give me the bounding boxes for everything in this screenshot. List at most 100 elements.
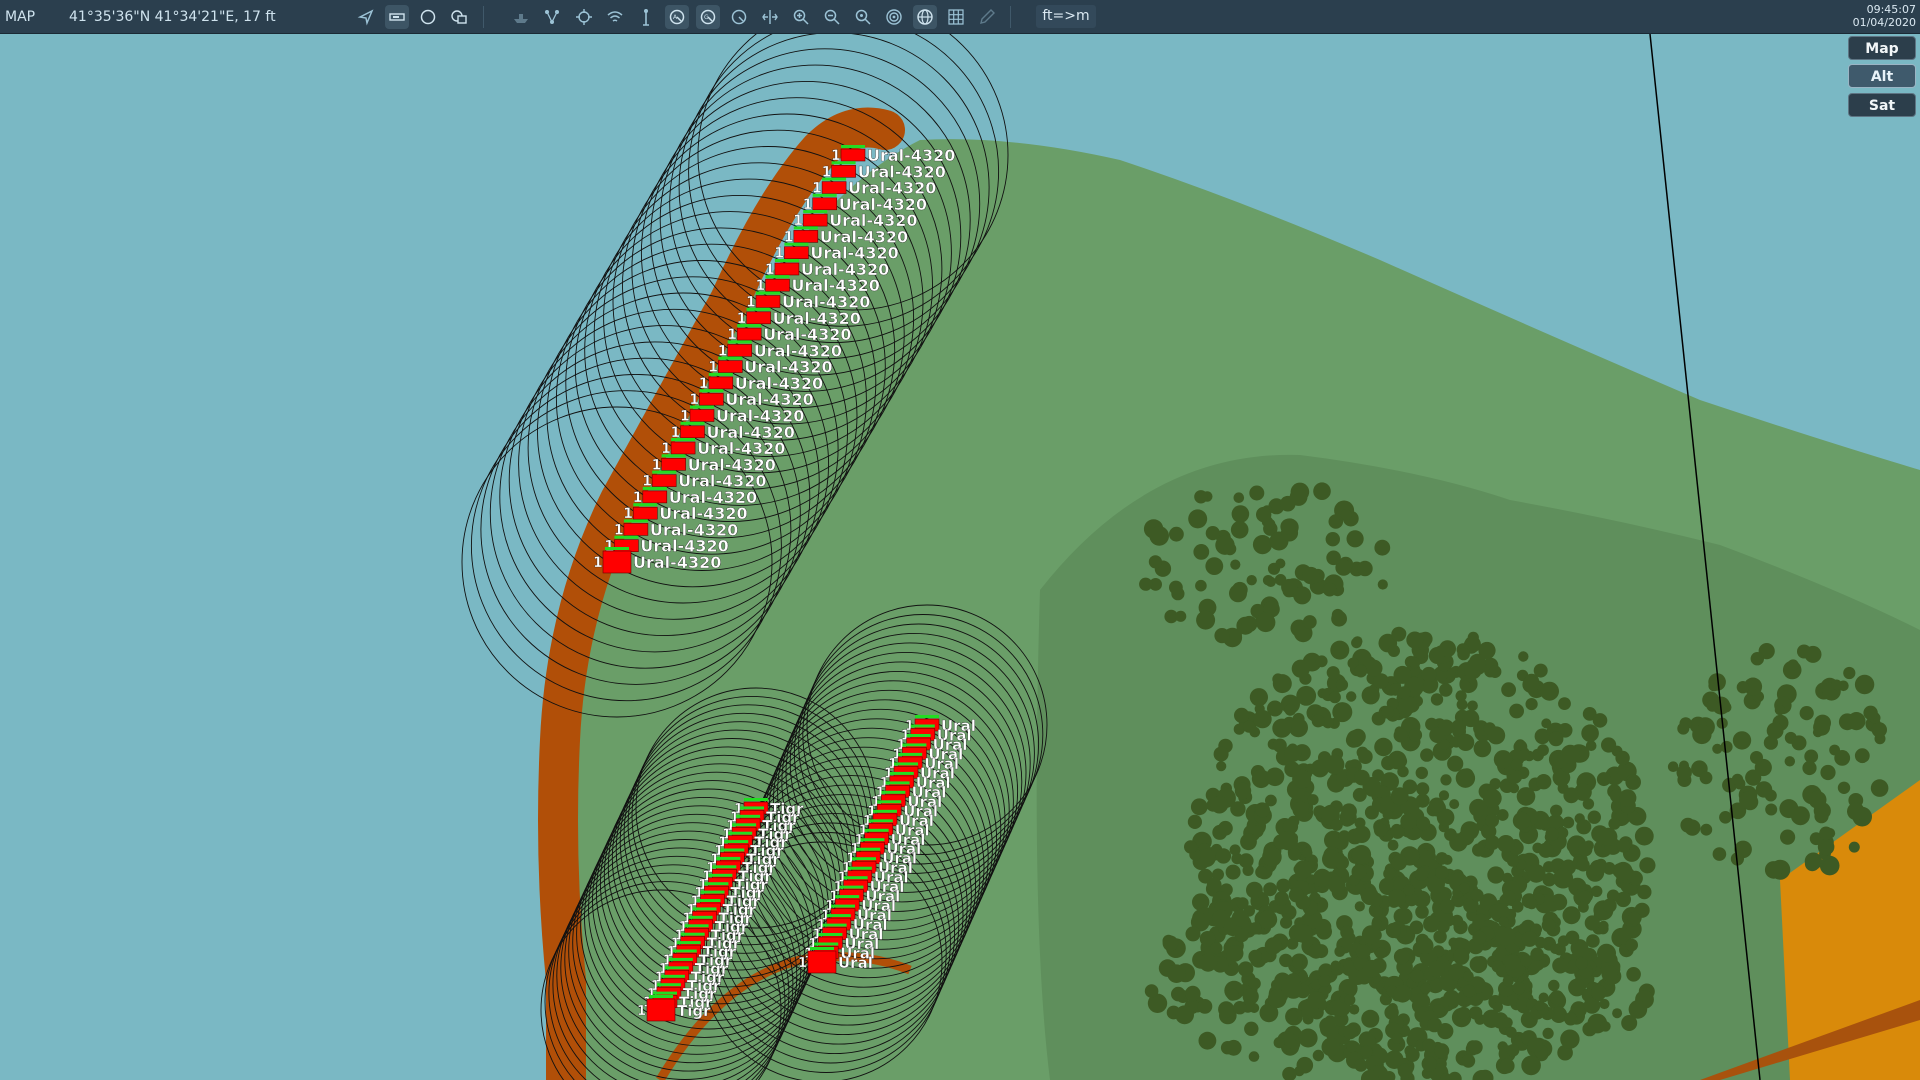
- unit-marker[interactable]: [736, 327, 762, 341]
- tree: [1197, 999, 1213, 1014]
- radar-b-icon[interactable]: G: [696, 5, 720, 29]
- pencil-icon[interactable]: [975, 5, 999, 29]
- unit-marker[interactable]: [670, 441, 696, 455]
- tree: [1589, 859, 1606, 876]
- split-icon[interactable]: [758, 5, 782, 29]
- tree: [1171, 986, 1186, 1002]
- tree: [1335, 678, 1349, 691]
- radar-c-icon[interactable]: [727, 5, 751, 29]
- unit-marker[interactable]: [755, 295, 781, 308]
- unit-marker[interactable]: [784, 246, 809, 259]
- unit-marker[interactable]: [812, 197, 838, 211]
- unit-marker[interactable]: [746, 311, 771, 325]
- network-icon[interactable]: [540, 5, 564, 29]
- unit-marker[interactable]: [689, 409, 715, 422]
- tree: [1351, 637, 1362, 649]
- circle-icon[interactable]: [416, 5, 440, 29]
- unit-marker[interactable]: [727, 344, 753, 357]
- unit-marker[interactable]: [765, 278, 790, 292]
- unit-health-bar: [898, 752, 923, 756]
- tree: [1473, 739, 1492, 758]
- zoom-out-icon[interactable]: [820, 5, 844, 29]
- tree: [1482, 1009, 1501, 1028]
- tree: [1843, 666, 1856, 680]
- unit-health-bar: [708, 372, 733, 376]
- tree: [1613, 861, 1633, 881]
- tree: [1787, 659, 1799, 671]
- tree: [1318, 974, 1331, 987]
- unit-marker[interactable]: [651, 474, 677, 487]
- map-canvas[interactable]: 1 Ural-43201 Ural-43201 Ural-43201 Ural-4320…: [0, 34, 1920, 1080]
- unit-marker[interactable]: [708, 376, 734, 390]
- unit-marker[interactable]: [661, 457, 686, 471]
- unit-health-bar: [774, 259, 799, 262]
- unit-marker[interactable]: [646, 998, 676, 1022]
- tree: [1365, 659, 1383, 677]
- tree: [1732, 731, 1752, 750]
- tree: [1799, 706, 1814, 721]
- zoom-fit-icon[interactable]: [851, 5, 875, 29]
- unit-marker[interactable]: [699, 392, 724, 406]
- layer-alt-button[interactable]: Alt: [1848, 64, 1916, 88]
- unit-marker[interactable]: [807, 950, 837, 974]
- wifi-icon[interactable]: [603, 5, 627, 29]
- tree: [1601, 965, 1618, 982]
- tree: [1472, 930, 1487, 945]
- unit-marker[interactable]: [717, 360, 743, 373]
- tower-icon[interactable]: [634, 5, 658, 29]
- unit-type-label: Tigr: [677, 1002, 711, 1020]
- unit-marker[interactable]: [793, 230, 819, 243]
- tree: [1560, 1029, 1580, 1049]
- unit-marker[interactable]: [831, 165, 856, 178]
- globe-icon[interactable]: [913, 5, 937, 29]
- tree: [1558, 697, 1571, 710]
- unit-marker[interactable]: [774, 262, 800, 276]
- tree: [1537, 744, 1549, 757]
- layer-map-button[interactable]: Map: [1848, 36, 1916, 60]
- tree: [1487, 866, 1505, 884]
- grid-icon[interactable]: [944, 5, 968, 29]
- tree: [1391, 854, 1407, 871]
- crosshair-icon[interactable]: [572, 5, 596, 29]
- tree: [1248, 1051, 1260, 1062]
- tree: [1791, 735, 1807, 751]
- unit-marker[interactable]: [623, 523, 649, 536]
- ruler-icon[interactable]: [385, 5, 409, 29]
- unit-health-bar: [881, 790, 906, 794]
- radar-a-icon[interactable]: A: [665, 5, 689, 29]
- tree: [1498, 916, 1509, 927]
- tree: [1784, 756, 1796, 767]
- unit-marker[interactable]: [632, 506, 658, 520]
- tree: [1527, 1037, 1543, 1053]
- unit-type-label: Ural-4320: [633, 553, 721, 572]
- unit-marker[interactable]: [802, 213, 828, 227]
- units-toggle-button[interactable]: ft=>m: [1036, 5, 1096, 28]
- unit-marker[interactable]: [680, 425, 705, 439]
- unit-marker[interactable]: [840, 148, 866, 162]
- unit-health-bar: [653, 991, 677, 995]
- tree: [1358, 749, 1373, 764]
- tree: [1438, 719, 1455, 736]
- tree: [1578, 890, 1592, 905]
- tree: [1225, 1039, 1242, 1056]
- navigate-icon[interactable]: [354, 5, 378, 29]
- tree: [1354, 901, 1365, 912]
- layers-icon[interactable]: [447, 5, 471, 29]
- target-icon[interactable]: [882, 5, 906, 29]
- tree: [1273, 1037, 1285, 1049]
- unit-marker[interactable]: [642, 490, 668, 504]
- layer-sat-button[interactable]: Sat: [1848, 93, 1916, 117]
- tree: [1543, 861, 1555, 873]
- unit-marker[interactable]: [821, 181, 847, 194]
- unit-marker[interactable]: [602, 550, 632, 574]
- tree: [1460, 680, 1471, 692]
- tree: [1210, 795, 1229, 814]
- tree: [1499, 1058, 1515, 1074]
- zoom-in-icon[interactable]: [789, 5, 813, 29]
- tree: [1148, 555, 1162, 569]
- ship-icon[interactable]: [509, 5, 533, 29]
- tree: [1817, 838, 1835, 856]
- tree: [1870, 779, 1889, 797]
- tree: [1262, 847, 1282, 867]
- tree: [1560, 744, 1580, 764]
